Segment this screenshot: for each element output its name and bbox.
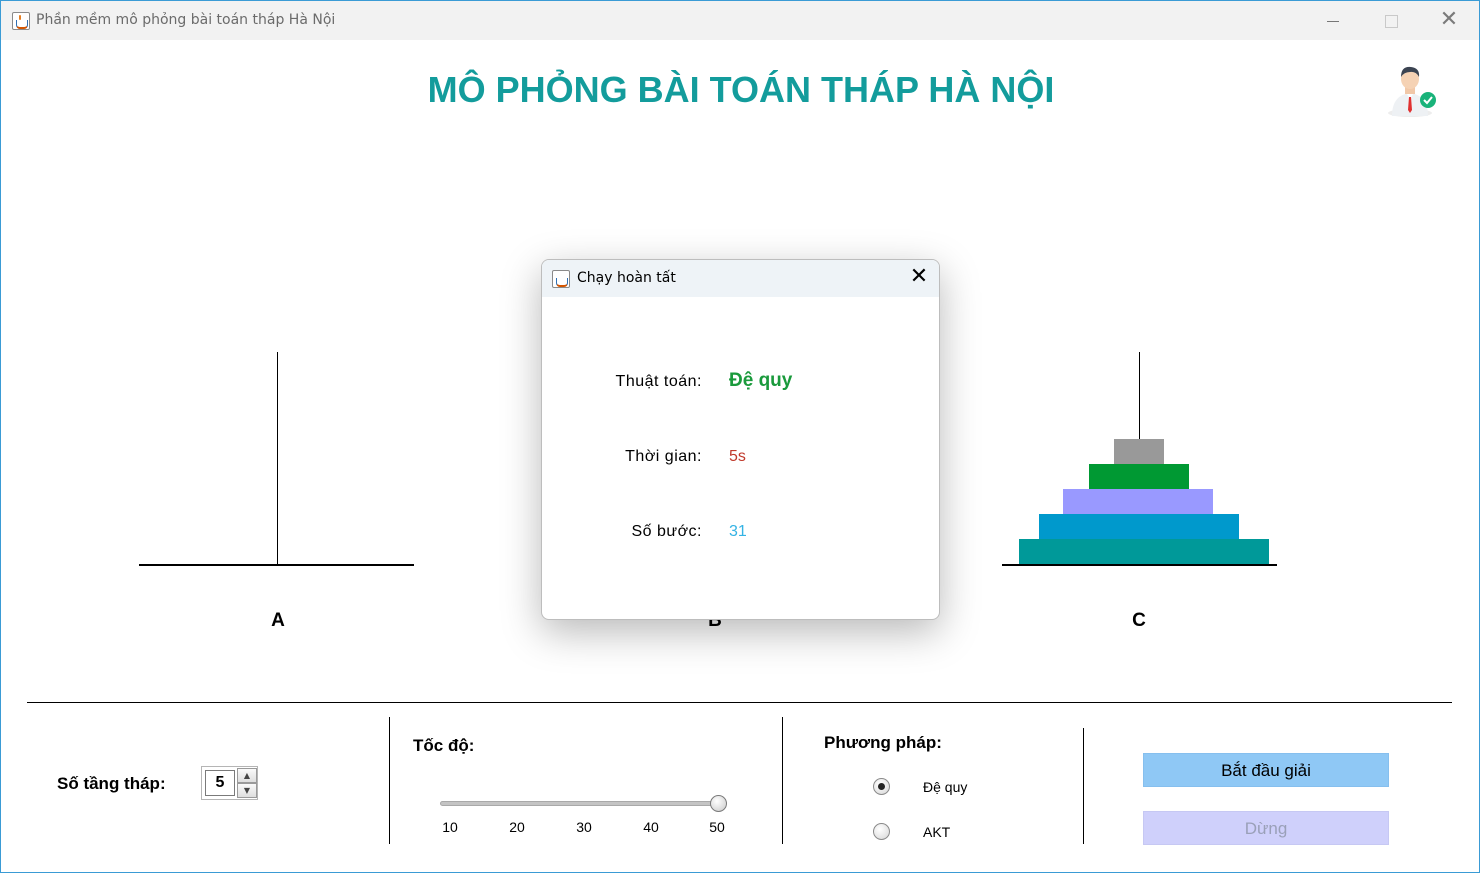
method-akt-label[interactable]: AKT xyxy=(923,824,950,840)
steps-value: 31 xyxy=(729,523,747,540)
spinner-up-icon[interactable]: ▲ xyxy=(237,768,257,783)
disk-1 xyxy=(1114,439,1164,464)
completion-dialog: Chạy hoàn tất ✕ Thuật toán: Đệ quy Thời … xyxy=(541,259,940,620)
disk-4 xyxy=(1039,514,1239,539)
dialog-close-icon[interactable]: ✕ xyxy=(908,266,930,288)
method-akt-radio[interactable] xyxy=(873,823,890,840)
separator-2 xyxy=(782,717,783,844)
time-value: 5s xyxy=(729,448,746,465)
stop-button[interactable]: Dừng xyxy=(1143,811,1389,845)
time-label: Thời gian: xyxy=(625,448,702,465)
algorithm-value: Đệ quy xyxy=(729,370,793,391)
separator-1 xyxy=(389,717,390,844)
speed-tick: 30 xyxy=(576,819,592,835)
method-recursive-radio[interactable] xyxy=(873,778,890,795)
disk-2 xyxy=(1089,464,1189,489)
speed-slider-track[interactable] xyxy=(440,801,720,806)
method-label: Phương pháp: xyxy=(824,733,942,752)
window-title: Phần mềm mô phỏng bài toán tháp Hà Nội xyxy=(36,12,336,28)
disk-5 xyxy=(1019,539,1269,564)
java-app-icon xyxy=(12,12,30,30)
peg-a-base xyxy=(139,564,414,566)
title-bar: Phần mềm mô phỏng bài toán tháp Hà Nội ✕ xyxy=(1,1,1479,40)
peg-c-base xyxy=(1002,564,1277,566)
minimize-button[interactable] xyxy=(1319,9,1347,33)
main-window: Phần mềm mô phỏng bài toán tháp Hà Nội ✕… xyxy=(0,0,1480,873)
peg-a-rod xyxy=(277,352,278,565)
horizontal-divider xyxy=(27,702,1452,703)
tower-count-value[interactable]: 5 xyxy=(205,770,235,796)
spinner-down-icon[interactable]: ▼ xyxy=(237,783,257,798)
start-button[interactable]: Bắt đầu giải xyxy=(1143,753,1389,787)
maximize-button[interactable] xyxy=(1377,9,1405,33)
speed-tick: 40 xyxy=(643,819,659,835)
user-avatar-icon[interactable] xyxy=(1388,63,1440,117)
method-recursive-label[interactable]: Đệ quy xyxy=(923,779,967,795)
java-app-icon xyxy=(552,270,570,288)
close-button[interactable]: ✕ xyxy=(1435,9,1463,33)
page-title: MÔ PHỎNG BÀI TOÁN THÁP HÀ NỘI xyxy=(427,69,1055,110)
steps-label: Số bước: xyxy=(631,523,702,540)
disk-3 xyxy=(1063,489,1213,514)
peg-c-label: C xyxy=(1132,610,1146,631)
tower-count-label: Số tầng tháp: xyxy=(57,774,166,793)
dialog-title-bar: Chạy hoàn tất ✕ xyxy=(542,260,939,297)
peg-a-label: A xyxy=(271,610,285,631)
algorithm-label: Thuật toán: xyxy=(615,373,702,390)
speed-tick: 10 xyxy=(442,819,458,835)
speed-slider-thumb[interactable] xyxy=(710,795,727,812)
speed-label: Tốc độ: xyxy=(413,736,475,755)
dialog-title: Chạy hoàn tất xyxy=(577,270,676,286)
separator-3 xyxy=(1083,728,1084,844)
speed-tick: 50 xyxy=(709,819,725,835)
tower-count-spinner[interactable]: 5 ▲ ▼ xyxy=(201,766,258,800)
speed-tick: 20 xyxy=(509,819,525,835)
